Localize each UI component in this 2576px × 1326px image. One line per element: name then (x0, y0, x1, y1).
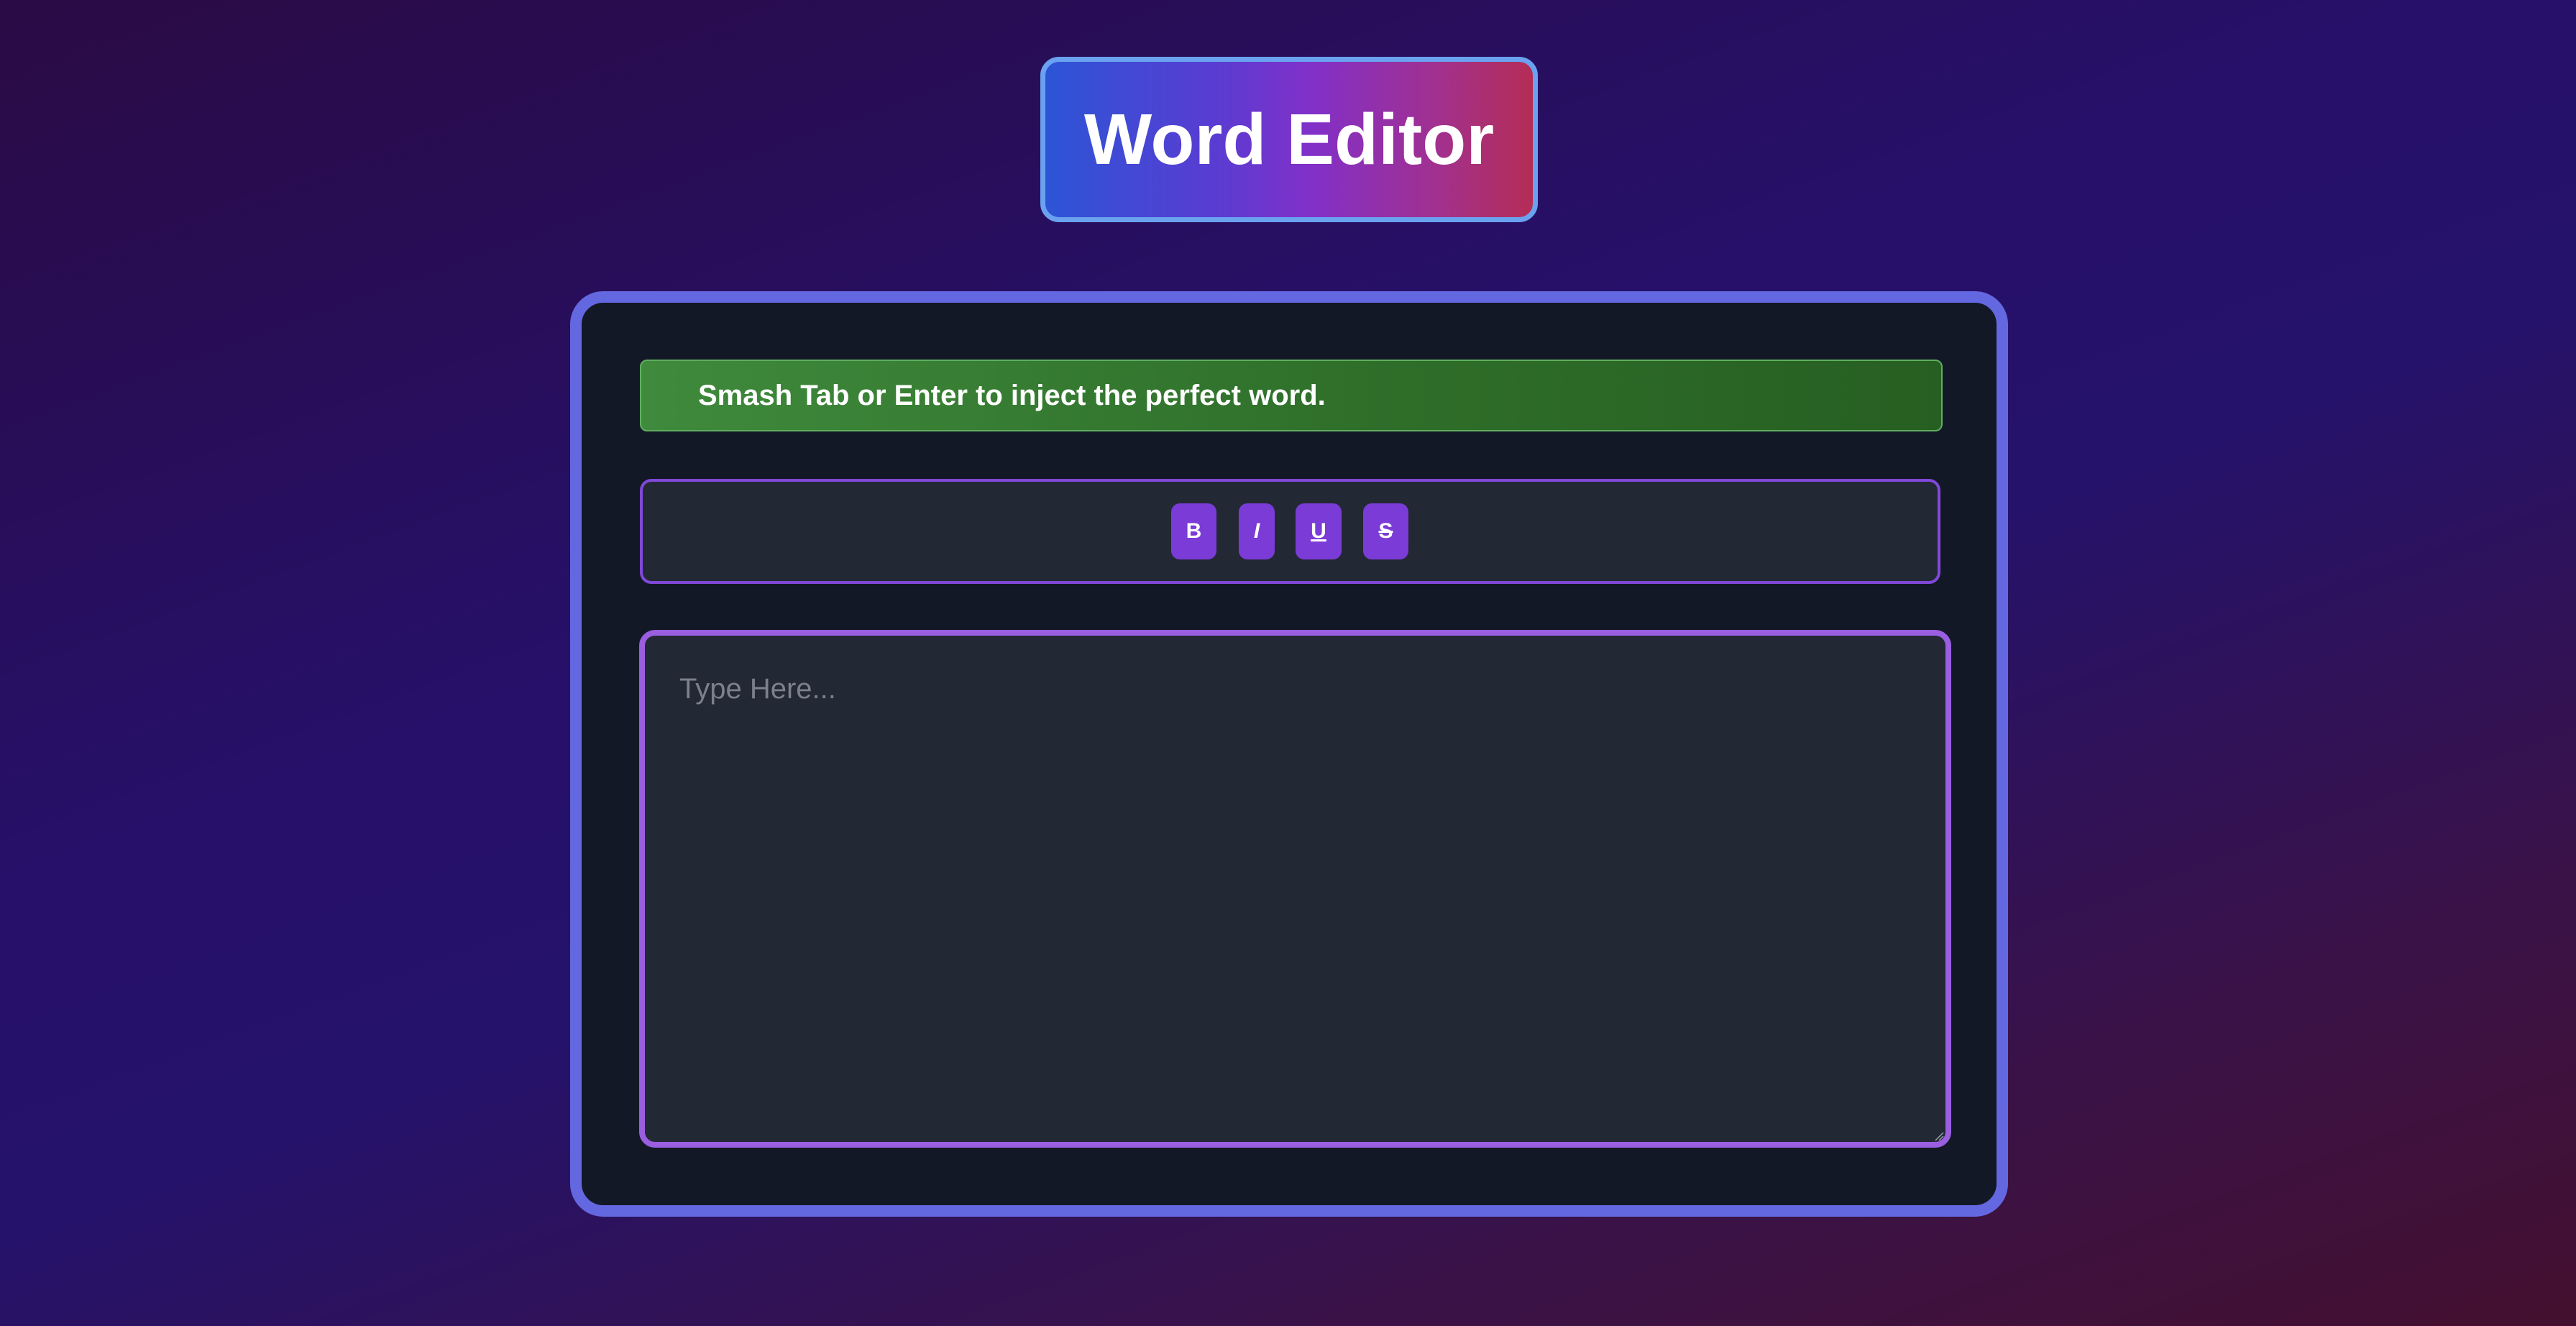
title-banner: Word Editor (1040, 57, 1538, 222)
hint-text: Smash Tab or Enter to inject the perfect… (698, 379, 1326, 411)
text-editor-input[interactable] (639, 630, 1951, 1148)
resize-handle-icon[interactable] (1934, 1131, 1944, 1141)
hint-banner: Smash Tab or Enter to inject the perfect… (640, 360, 1943, 431)
strikethrough-button[interactable]: S (1363, 503, 1408, 559)
page-title: Word Editor (1083, 99, 1495, 180)
italic-button[interactable]: I (1239, 503, 1275, 559)
bold-button[interactable]: B (1171, 503, 1216, 559)
formatting-toolbar (640, 479, 1940, 584)
underline-button[interactable]: U (1296, 503, 1342, 559)
